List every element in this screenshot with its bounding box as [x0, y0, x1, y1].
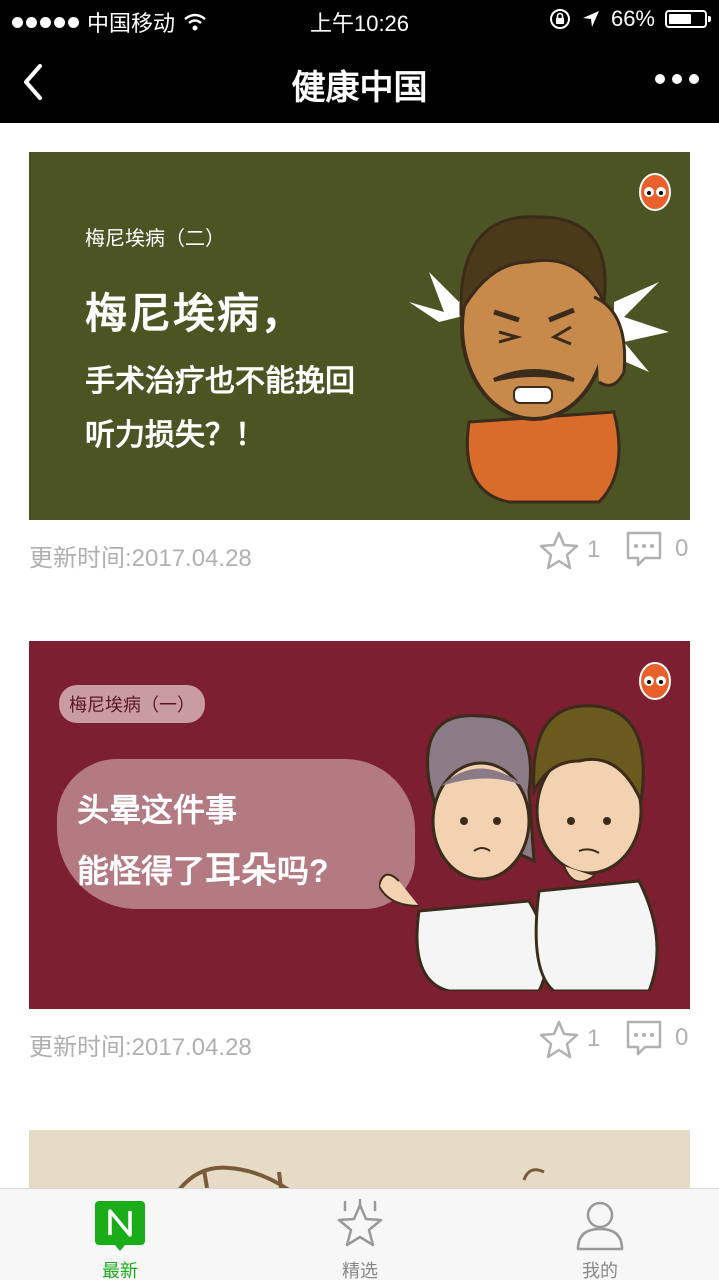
comment-button[interactable]: 0: [625, 1019, 688, 1057]
tab-label: 精选: [342, 1261, 378, 1281]
cover-text-part: 能怪得了: [77, 853, 206, 889]
cover-illustration: [178, 1165, 545, 1188]
battery-icon: [665, 10, 711, 28]
cover-text-part: 吗?: [277, 853, 329, 889]
like-count: 1: [587, 1025, 601, 1052]
comment-button[interactable]: 0: [625, 530, 688, 568]
more-dot: [689, 74, 699, 84]
nav-bar: 健康中国: [0, 40, 719, 123]
update-date: 更新时间:2017.04.28: [29, 545, 252, 572]
cover-headline: 头晕这件事: [77, 792, 238, 828]
status-bar: 中国移动 上午10:26 66%: [0, 0, 719, 40]
star-icon: [539, 1020, 579, 1059]
like-count: 1: [587, 536, 601, 563]
article-cover[interactable]: 梅尼埃病（二） 梅尼埃病， 手术治疗也不能挽回 听力损失？！: [29, 152, 690, 520]
more-dot: [655, 74, 665, 84]
star-icon: [337, 1199, 383, 1247]
cover-tag: 梅尼埃病（一）: [59, 685, 205, 723]
article-cover[interactable]: [29, 1130, 690, 1188]
tab-featured[interactable]: 精选: [290, 1189, 430, 1281]
update-date: 更新时间:2017.04.28: [29, 1034, 252, 1061]
like-button[interactable]: 1: [539, 1019, 600, 1059]
person-icon: [576, 1201, 624, 1251]
cover-text-emphasis: 耳朵: [205, 849, 278, 890]
article-feed[interactable]: 梅尼埃病（二） 梅尼埃病， 手术治疗也不能挽回 听力损失？！ 更新时间:2017…: [0, 123, 719, 1188]
more-button[interactable]: [655, 74, 699, 84]
star-icon: [539, 531, 579, 570]
tab-latest[interactable]: 最新: [50, 1189, 190, 1281]
location-icon: [582, 11, 599, 27]
article-card[interactable]: [29, 1130, 690, 1188]
cover-tag: 梅尼埃病（二）: [85, 228, 225, 250]
more-dot: [672, 74, 682, 84]
page-title: 健康中国: [291, 69, 428, 107]
comment-count: 0: [675, 535, 689, 562]
cover-subline: 听力损失？！: [85, 419, 265, 452]
cover-headline: 梅尼埃病，: [85, 290, 306, 337]
tab-mine[interactable]: 我的: [530, 1189, 670, 1281]
article-cover[interactable]: 梅尼埃病（一） 头晕这件事 能怪得了耳朵吗?: [29, 641, 690, 1009]
n-badge-icon: [95, 1201, 145, 1251]
like-button[interactable]: 1: [539, 530, 600, 570]
battery-percent: 66%: [610, 6, 655, 31]
status-right: 66%: [549, 6, 711, 32]
tab-label: 我的: [582, 1261, 618, 1281]
battery-fill: [669, 14, 691, 24]
comment-count: 0: [675, 1024, 689, 1051]
article-meta: 更新时间:2017.04.28 1 0: [29, 520, 690, 580]
cover-subline: 能怪得了耳朵吗?: [77, 841, 329, 893]
cover-subline: 手术治疗也不能挽回: [85, 365, 355, 398]
cartoon-man-illustration: [409, 215, 669, 504]
article-card[interactable]: 梅尼埃病（一） 头晕这件事 能怪得了耳朵吗? 更新时间:2017.04.28 1…: [29, 641, 690, 1069]
comment-icon: [626, 1020, 662, 1056]
cartoon-doctors-illustration: [379, 704, 659, 991]
comment-icon: [626, 531, 662, 567]
rotation-lock-icon: [549, 9, 570, 29]
article-card[interactable]: 梅尼埃病（二） 梅尼埃病， 手术治疗也不能挽回 听力损失？！ 更新时间:2017…: [29, 152, 690, 580]
article-meta: 更新时间:2017.04.28 1 0: [29, 1009, 690, 1069]
tab-label: 最新: [102, 1261, 138, 1281]
tab-bar: 最新 精选 我的: [0, 1188, 719, 1281]
